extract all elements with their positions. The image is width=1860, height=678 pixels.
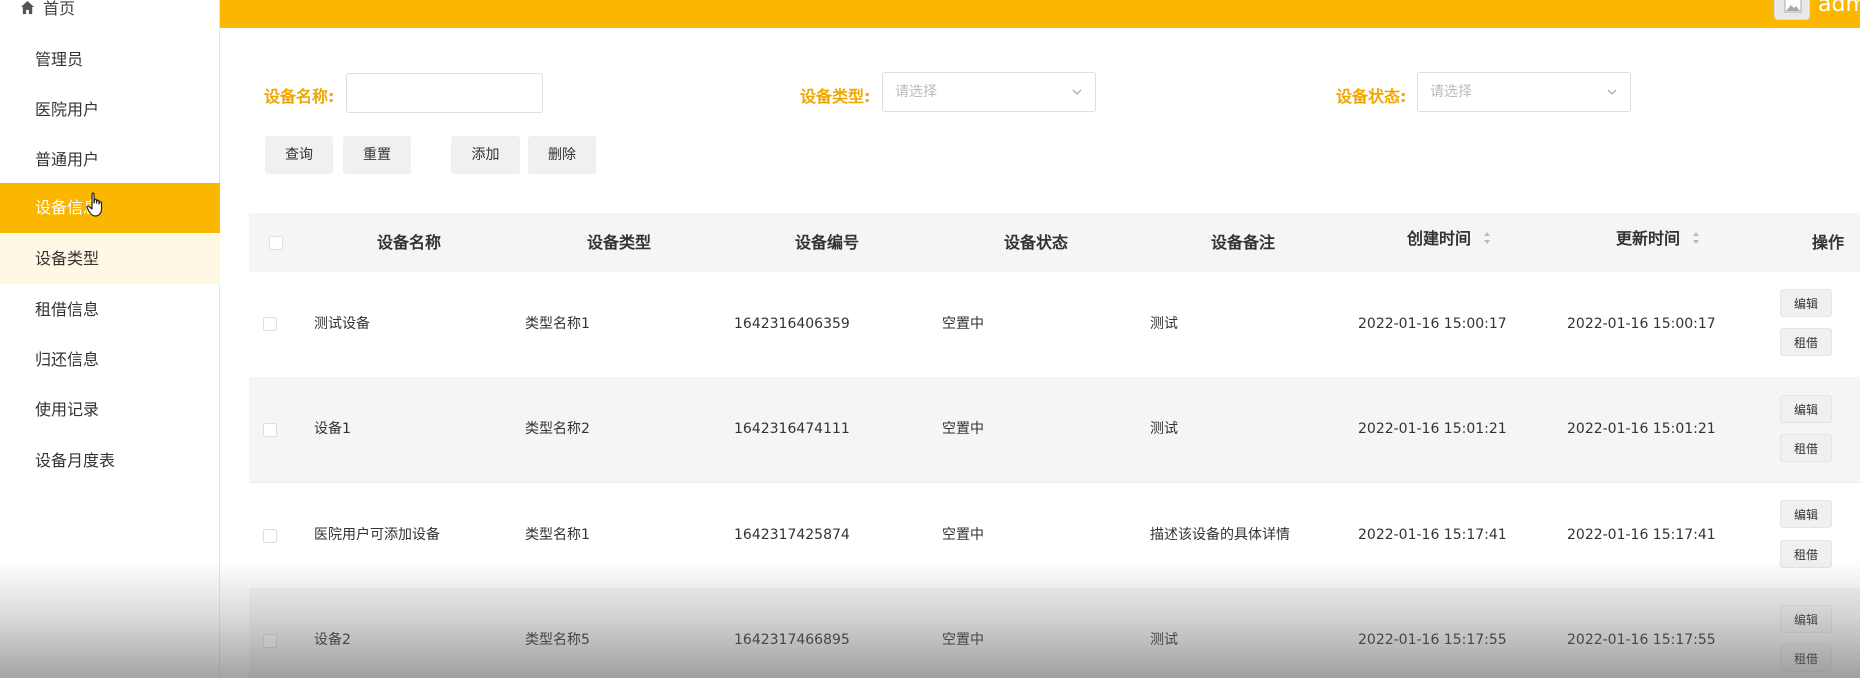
- cell-created-time: 2022-01-16 15:17:55: [1358, 632, 1507, 648]
- table-row: 设备1 类型名称2 1642316474111 空置中 测试 2022-01-1…: [249, 377, 1860, 483]
- cell-created-time: 2022-01-16 15:00:17: [1358, 316, 1507, 332]
- sidebar-item-home[interactable]: 首页: [20, 0, 75, 18]
- cell-device-status: 空置中: [942, 421, 984, 437]
- sidebar: 首页 管理员 医院用户 普通用户 设备信息 设备类型 租借信息 归还信息 使用记…: [0, 0, 220, 678]
- cell-device-name: 设备2: [314, 632, 351, 648]
- sidebar-item-return-info[interactable]: 归还信息: [0, 335, 220, 385]
- header-updated-time-label: 更新时间: [1616, 229, 1681, 248]
- row-checkbox[interactable]: [263, 529, 277, 543]
- home-icon: [20, 0, 35, 14]
- select-all-checkbox[interactable]: [269, 236, 283, 250]
- hand-cursor-icon: [86, 192, 103, 217]
- cell-updated-time: 2022-01-16 15:17:55: [1567, 632, 1716, 648]
- sidebar-item-rental-info[interactable]: 租借信息: [0, 285, 220, 335]
- cell-device-type: 类型名称1: [525, 527, 590, 543]
- rent-button[interactable]: 租借: [1780, 328, 1832, 356]
- cell-updated-time: 2022-01-16 15:01:21: [1567, 421, 1716, 437]
- cell-device-remark: 测试: [1150, 421, 1178, 437]
- rent-button[interactable]: 租借: [1780, 434, 1832, 462]
- edit-button[interactable]: 编辑: [1780, 289, 1832, 317]
- image-icon: [1784, 0, 1802, 13]
- sidebar-item-admins[interactable]: 管理员: [0, 35, 220, 85]
- header-actions: 操作: [1812, 233, 1845, 252]
- table-row: 医院用户可添加设备 类型名称1 1642317425874 空置中 描述该设备的…: [249, 483, 1860, 589]
- cell-device-status: 空置中: [942, 316, 984, 332]
- add-button[interactable]: 添加: [451, 136, 520, 174]
- cell-device-remark: 测试: [1150, 316, 1178, 332]
- table-row: 测试设备 类型名称1 1642316406359 空置中 测试 2022-01-…: [249, 272, 1860, 378]
- header-device-code: 设备编号: [795, 233, 860, 252]
- rent-button[interactable]: 租借: [1780, 644, 1832, 672]
- sort-icon[interactable]: [1483, 231, 1491, 245]
- cell-device-status: 空置中: [942, 632, 984, 648]
- reset-button[interactable]: 重置: [343, 136, 411, 174]
- chevron-down-icon: [1607, 89, 1617, 95]
- avatar[interactable]: [1774, 0, 1810, 20]
- header-device-type: 设备类型: [587, 233, 652, 252]
- device-status-placeholder: 请选择: [1430, 84, 1472, 100]
- cell-device-name: 设备1: [314, 421, 351, 437]
- sidebar-item-device-types[interactable]: 设备类型: [0, 234, 220, 284]
- device-status-select[interactable]: 请选择: [1417, 72, 1631, 112]
- row-checkbox[interactable]: [263, 634, 277, 648]
- sidebar-item-usage-records[interactable]: 使用记录: [0, 385, 220, 435]
- header-bar: [220, 0, 1860, 28]
- cell-device-name: 测试设备: [314, 316, 370, 332]
- cell-device-remark: 描述该设备的具体详情: [1150, 527, 1290, 543]
- edit-button[interactable]: 编辑: [1780, 395, 1832, 423]
- cell-created-time: 2022-01-16 15:01:21: [1358, 421, 1507, 437]
- device-type-select[interactable]: 请选择: [882, 72, 1096, 112]
- table-header: 设备名称 设备类型 设备编号 设备状态 设备备注 创建时间 更新时间 操作: [249, 213, 1860, 272]
- sidebar-item-device-info[interactable]: 设备信息: [0, 183, 220, 233]
- sidebar-item-label: 首页: [43, 0, 76, 18]
- cell-device-type: 类型名称1: [525, 316, 590, 332]
- sort-icon[interactable]: [1692, 231, 1700, 245]
- cell-updated-time: 2022-01-16 15:17:41: [1567, 527, 1716, 543]
- table-row: 设备2 类型名称5 1642317466895 空置中 测试 2022-01-1…: [249, 588, 1860, 678]
- device-name-label: 设备名称:: [264, 87, 335, 106]
- rent-button[interactable]: 租借: [1780, 540, 1832, 568]
- query-button[interactable]: 查询: [265, 136, 333, 174]
- cell-device-code: 1642316474111: [734, 421, 850, 437]
- cell-device-type: 类型名称2: [525, 421, 590, 437]
- header-device-status: 设备状态: [1004, 233, 1069, 252]
- sidebar-item-monthly-report[interactable]: 设备月度表: [0, 436, 220, 486]
- cell-device-code: 1642316406359: [734, 316, 850, 332]
- cell-device-type: 类型名称5: [525, 632, 590, 648]
- device-name-input[interactable]: [346, 73, 543, 113]
- chevron-down-icon: [1072, 89, 1082, 95]
- cell-device-code: 1642317425874: [734, 527, 850, 543]
- device-status-label: 设备状态:: [1336, 87, 1407, 106]
- cell-device-status: 空置中: [942, 527, 984, 543]
- header-created-time[interactable]: 创建时间: [1407, 209, 1491, 268]
- header-device-name: 设备名称: [377, 233, 442, 252]
- row-checkbox[interactable]: [263, 317, 277, 331]
- device-type-placeholder: 请选择: [895, 84, 937, 100]
- header-updated-time[interactable]: 更新时间: [1616, 209, 1700, 268]
- sidebar-item-hospital-users[interactable]: 医院用户: [0, 85, 220, 135]
- device-type-label: 设备类型:: [800, 87, 871, 106]
- cell-updated-time: 2022-01-16 15:00:17: [1567, 316, 1716, 332]
- cell-device-remark: 测试: [1150, 632, 1178, 648]
- cell-created-time: 2022-01-16 15:17:41: [1358, 527, 1507, 543]
- cell-device-code: 1642317466895: [734, 632, 850, 648]
- row-checkbox[interactable]: [263, 423, 277, 437]
- delete-button[interactable]: 删除: [528, 136, 596, 174]
- edit-button[interactable]: 编辑: [1780, 605, 1832, 633]
- page: 首页 管理员 医院用户 普通用户 设备信息 设备类型 租借信息 归还信息 使用记…: [0, 0, 1860, 678]
- edit-button[interactable]: 编辑: [1780, 500, 1832, 528]
- username-label[interactable]: admin: [1818, 0, 1860, 17]
- cell-device-name: 医院用户可添加设备: [314, 527, 440, 543]
- sidebar-item-regular-users[interactable]: 普通用户: [0, 135, 220, 185]
- header-created-time-label: 创建时间: [1407, 229, 1472, 248]
- header-device-remark: 设备备注: [1211, 233, 1276, 252]
